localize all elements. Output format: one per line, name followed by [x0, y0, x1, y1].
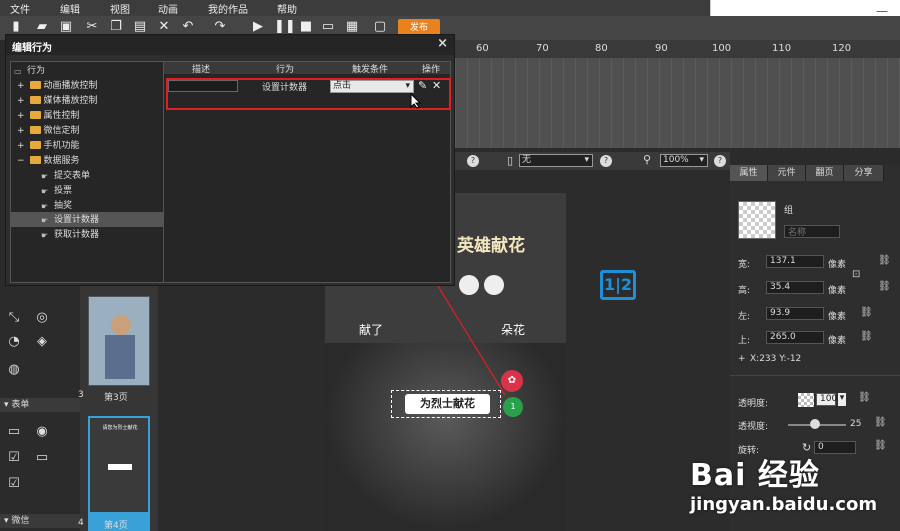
tree-leaf-label: 获取计数器 [54, 230, 100, 240]
tree-group-label: 媒体播放控制 [43, 96, 98, 106]
transparency-slider-handle[interactable] [810, 419, 820, 429]
opacity-dropdown-icon[interactable]: ▾ [838, 393, 846, 406]
tree-group-label: 微信定制 [43, 126, 80, 136]
tree-group-label: 动画播放控制 [43, 81, 98, 91]
tree-group-property[interactable]: + 属性控制 [17, 109, 80, 123]
tree-leaf-label: 提交表单 [54, 171, 91, 181]
tree-leaf-set-counter[interactable]: ☛ 设置计数器 [41, 213, 99, 227]
folder-icon [29, 126, 41, 134]
unit-label: 像素 [828, 260, 847, 270]
tree-group-animation[interactable]: + 动画播放控制 [17, 79, 98, 93]
hand-pointer-icon: ☛ [41, 216, 49, 225]
close-icon[interactable]: × [437, 36, 448, 51]
tree-group-phone[interactable]: + 手机功能 [17, 139, 80, 153]
left-label: 左: [738, 312, 751, 322]
tree-root[interactable]: ▭ 行为 [14, 64, 45, 78]
tree-root-label: 行为 [27, 66, 46, 76]
top-label: 上: [738, 336, 751, 346]
unit-label: 像素 [828, 312, 847, 322]
table-header: 描述 行为 触发条件 操作 [164, 62, 450, 75]
baidu-watermark: Bai 经验 jingyan.baidu.com [690, 450, 900, 531]
link-icon[interactable]: ⛓ [874, 417, 887, 428]
tree-group-data[interactable]: − 数据服务 [17, 154, 80, 168]
tree-leaf-lottery[interactable]: ☛ 抽奖 [41, 199, 72, 213]
transparency-value: 25 [850, 419, 862, 429]
tree-leaf-label: 抽奖 [54, 201, 73, 211]
folder-icon [29, 96, 41, 104]
tab-share[interactable]: 分享 [844, 165, 884, 181]
edit-behavior-dialog: 编辑行为 × ▭ 行为 + 动画播放控制 + 媒体播放控制 + 属性控制 + 微信定制 +… [5, 34, 455, 286]
folder-icon [29, 111, 41, 119]
tree-leaf-submit[interactable]: ☛ 提交表单 [41, 169, 90, 183]
coordinates-readout: X:233 Y:-12 [750, 354, 802, 364]
column-description: 描述 [192, 65, 211, 75]
left-input[interactable]: 93.9 [766, 307, 824, 320]
lock-ratio-icon[interactable]: ⊡ [852, 269, 860, 280]
width-label: 宽: [738, 260, 751, 270]
name-input[interactable] [784, 225, 840, 238]
transparency-label: 透视度: [738, 422, 769, 432]
opacity-label: 透明度: [738, 399, 769, 409]
top-input[interactable]: 265.0 [766, 331, 824, 344]
width-input[interactable]: 137.1 [766, 255, 824, 268]
folder-open-icon [29, 156, 41, 164]
height-input[interactable]: 35.4 [766, 281, 824, 294]
tree-group-label: 手机功能 [43, 141, 80, 151]
tree-root-icon: ▭ [14, 67, 22, 76]
hand-pointer-icon: ☛ [41, 172, 49, 181]
tree-leaf-vote[interactable]: ☛ 投票 [41, 184, 72, 198]
column-actions: 操作 [422, 65, 441, 75]
tree-group-label: 属性控制 [43, 111, 80, 121]
tree-group-wechat[interactable]: + 微信定制 [17, 124, 80, 138]
behavior-tree: ▭ 行为 + 动画播放控制 + 媒体播放控制 + 属性控制 + 微信定制 + 手机功能 − 数… [10, 61, 165, 283]
link-icon[interactable]: ⛓ [860, 307, 873, 318]
tree-group-label: 数据服务 [43, 156, 80, 166]
group-preview-thumbnail [738, 201, 776, 239]
dialog-title-bar: 编辑行为 × [6, 35, 454, 55]
unit-label: 像素 [828, 336, 847, 346]
tree-leaf-label: 投票 [54, 186, 73, 196]
height-label: 高: [738, 286, 751, 296]
link-icon[interactable]: ⛓ [878, 255, 891, 266]
hand-pointer-icon: ☛ [41, 187, 49, 196]
tree-leaf-get-counter[interactable]: ☛ 获取计数器 [41, 228, 99, 242]
divider [730, 375, 900, 376]
highlight-box [166, 78, 451, 110]
hand-pointer-icon: ☛ [41, 202, 49, 211]
group-label: 组 [784, 206, 794, 216]
dialog-title: 编辑行为 [12, 43, 52, 54]
tab-properties[interactable]: 属性 [730, 165, 768, 181]
unit-label: 像素 [828, 286, 847, 296]
link-icon[interactable]: ⛓ [878, 281, 891, 292]
watermark-url: jingyan.baidu.com [690, 494, 878, 515]
folder-icon [29, 141, 41, 149]
link-icon[interactable]: ⛓ [858, 392, 871, 403]
mouse-cursor-icon [410, 93, 422, 109]
tree-group-media[interactable]: + 媒体播放控制 [17, 94, 98, 108]
tree-leaf-label: 设置计数器 [54, 215, 100, 225]
column-behavior: 行为 [276, 65, 295, 75]
opacity-swatch [798, 393, 814, 407]
coords-plus: + [738, 354, 746, 364]
column-trigger: 触发条件 [352, 65, 389, 75]
folder-icon [29, 81, 41, 89]
opacity-input[interactable]: 100 [816, 393, 837, 406]
tab-components[interactable]: 元件 [768, 165, 806, 181]
watermark-brand: Bai 经验 [690, 458, 820, 493]
tab-page-turn[interactable]: 翻页 [806, 165, 844, 181]
hand-pointer-icon: ☛ [41, 231, 49, 240]
link-icon[interactable]: ⛓ [860, 331, 873, 342]
